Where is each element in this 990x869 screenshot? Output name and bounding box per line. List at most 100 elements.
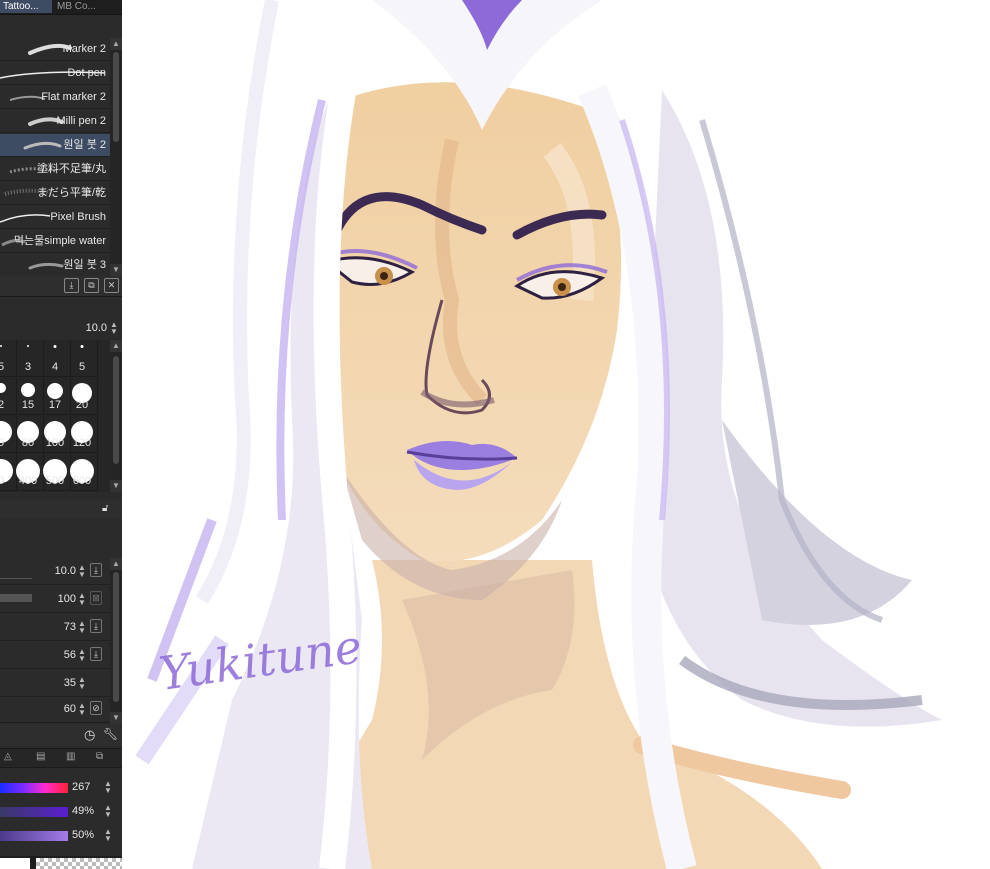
brush-item-mottled-flat-dry[interactable]: まだら平筆/乾 [0, 182, 110, 205]
scroll-down-icon[interactable]: ▼ [110, 480, 122, 492]
brush-dot-icon [0, 345, 2, 347]
import-brush-icon[interactable]: ⤓ [64, 278, 79, 293]
scrollbar-thumb[interactable] [113, 52, 119, 142]
scroll-up-icon[interactable]: ▲ [110, 340, 122, 352]
size-preset-label: 5 [78, 361, 86, 373]
sub-tool-detail-header: 🔓︎ [0, 500, 122, 518]
property-row-stabilization: 60 ▲ ▼ ⊘ [0, 696, 110, 723]
size-preset-label: 600 [72, 475, 92, 487]
brush-item-pixel-brush[interactable]: Pixel Brush [0, 206, 110, 229]
spinner-icon[interactable]: ▲ ▼ [78, 592, 86, 607]
duplicate-brush-icon[interactable]: ⧉ [84, 278, 99, 293]
spinner-icon[interactable]: ▲ ▼ [78, 676, 86, 691]
pressure-settings-icon[interactable]: ⤓ [90, 619, 102, 633]
brush-list-scrollbar[interactable]: ▲ ▼ [110, 38, 122, 276]
brush-item-milli-pen-2[interactable]: Milli pen 2 [0, 110, 110, 133]
brush-item-label: 원일 붓 3 [63, 259, 106, 271]
delete-brush-icon[interactable]: ✕ [104, 278, 119, 293]
hue-value[interactable]: 267 [72, 781, 96, 793]
brush-item-label: 塗料不足筆/丸 [36, 163, 106, 175]
spinner-icon[interactable]: ▲ ▼ [78, 564, 86, 579]
property-value[interactable]: 35 [40, 677, 76, 689]
brush-size-spinner-icon[interactable]: ▲ ▼ [110, 321, 118, 336]
scroll-up-icon[interactable]: ▲ [110, 558, 122, 570]
color-set-tab-icon[interactable]: ▥ [66, 751, 75, 762]
brush-actions-bar: ⤓ ⧉ ✕ [0, 276, 122, 297]
property-value[interactable]: 60 [40, 703, 76, 715]
brush-item-label: Pixel Brush [50, 211, 106, 223]
brush-item-label: Marker 2 [62, 43, 106, 55]
tool-property-panel: Tattoo... MB Co... Marker 2 Dot pen Flat… [0, 0, 122, 869]
brush-dot-icon [21, 383, 35, 397]
tab-mb-co[interactable]: MB Co... [54, 0, 120, 13]
scroll-down-icon[interactable]: ▼ [110, 712, 122, 724]
lock-icon[interactable]: 🔓︎ [102, 503, 108, 514]
saturation-slider[interactable] [0, 807, 68, 817]
artwork-illustration: Yukitune [135, 0, 942, 869]
property-value[interactable]: 100 [40, 593, 76, 605]
size-presets-scrollbar[interactable]: ▲ ▼ [110, 340, 122, 492]
brush-item-marker-2[interactable]: Marker 2 [0, 38, 110, 61]
spinner-icon[interactable]: ▲ ▼ [104, 780, 112, 795]
size-preset-label: 120 [72, 437, 92, 449]
brush-item-dot-pen[interactable]: Dot pen [0, 62, 110, 85]
property-row-paint-density: 56 ▲ ▼ ⤓ [0, 642, 110, 669]
size-preset-label: 500 [45, 475, 65, 487]
property-actions-bar: ◷ 🔧︎ [0, 724, 122, 746]
color-panel-tabs: ◬ ▤ ▥ ⧉ [0, 748, 122, 768]
tab-tattoo[interactable]: Tattoo... [0, 0, 52, 13]
property-row-blend: 35 ▲ ▼ [0, 670, 110, 697]
size-preset-label: 100 [45, 437, 65, 449]
brush-item-label: 먹는물simple water [13, 235, 106, 247]
spinner-icon[interactable]: ▲ ▼ [104, 804, 112, 819]
size-preset-cell[interactable]: 20 [67, 378, 98, 415]
property-value[interactable]: 73 [40, 621, 76, 633]
property-value[interactable]: 56 [40, 649, 76, 661]
pressure-settings-icon[interactable]: ⤓ [90, 563, 102, 577]
size-preset-cell[interactable]: 120 [67, 416, 98, 453]
scroll-up-icon[interactable]: ▲ [110, 38, 122, 50]
pressure-settings-icon[interactable]: ⊠ [90, 591, 102, 605]
pressure-settings-icon[interactable]: ⤓ [90, 647, 102, 661]
property-slider[interactable] [0, 594, 32, 602]
spinner-icon[interactable]: ▲ ▼ [78, 620, 86, 635]
properties-scrollbar[interactable]: ▲ ▼ [110, 558, 122, 724]
intermediate-color-tab-icon[interactable]: ⧉ [96, 751, 103, 762]
main-color-swatch[interactable] [0, 858, 30, 869]
brush-item-label: Milli pen 2 [56, 115, 106, 127]
drawing-canvas[interactable]: Yukitune [122, 0, 990, 869]
wrench-icon[interactable]: 🔧︎ [103, 727, 118, 741]
scrollbar-thumb[interactable] [113, 356, 119, 464]
hue-slider[interactable] [0, 783, 68, 793]
brush-item-wonil-brush-2[interactable]: 원일 붓 2 [0, 134, 110, 157]
brightness-value[interactable]: 50% [72, 829, 102, 841]
property-row-size: 10.0 ▲ ▼ ⤓ [0, 558, 110, 585]
brush-item-paint-lack-round[interactable]: 塗料不足筆/丸 [0, 158, 110, 181]
property-value[interactable]: 10.0 [40, 565, 76, 577]
brush-size-presets: 5 3 4 5 2 15 17 20 0 80 100 120 0 400 500 600 [0, 340, 110, 492]
brush-item-label: Dot pen [67, 67, 106, 79]
brush-item-flat-marker-2[interactable]: Flat marker 2 [0, 86, 110, 109]
color-wheel-tab-icon[interactable]: ◬ [4, 751, 12, 762]
property-row-paint-amount: 73 ▲ ▼ ⤓ [0, 614, 110, 641]
color-slider-tab-icon[interactable]: ▤ [36, 751, 45, 762]
clock-icon[interactable]: ◷ [84, 727, 95, 743]
spinner-icon[interactable]: ▲ ▼ [78, 702, 86, 717]
size-preset-label: 20 [75, 399, 89, 411]
brush-item-simple-water[interactable]: 먹는물simple water [0, 230, 110, 253]
property-slider[interactable] [0, 578, 32, 579]
tab-tattoo-label: Tattoo... [3, 1, 39, 12]
transparent-color-swatch[interactable] [36, 858, 122, 869]
size-preset-cell[interactable]: 600 [67, 454, 98, 491]
saturation-value[interactable]: 49% [72, 805, 102, 817]
scroll-down-icon[interactable]: ▼ [110, 264, 122, 276]
brush-size-value[interactable]: 10.0 [60, 322, 107, 334]
spinner-icon[interactable]: ▲ ▼ [78, 648, 86, 663]
brush-group-tabs: Tattoo... MB Co... [0, 0, 122, 15]
size-preset-cell[interactable]: 5 [67, 340, 98, 377]
brightness-slider[interactable] [0, 831, 68, 841]
settings-toggle-icon[interactable]: ⊘ [90, 701, 102, 715]
scrollbar-thumb[interactable] [113, 572, 119, 702]
brush-item-wonil-brush-3[interactable]: 원일 붓 3 [0, 254, 110, 277]
spinner-icon[interactable]: ▲ ▼ [104, 828, 112, 843]
